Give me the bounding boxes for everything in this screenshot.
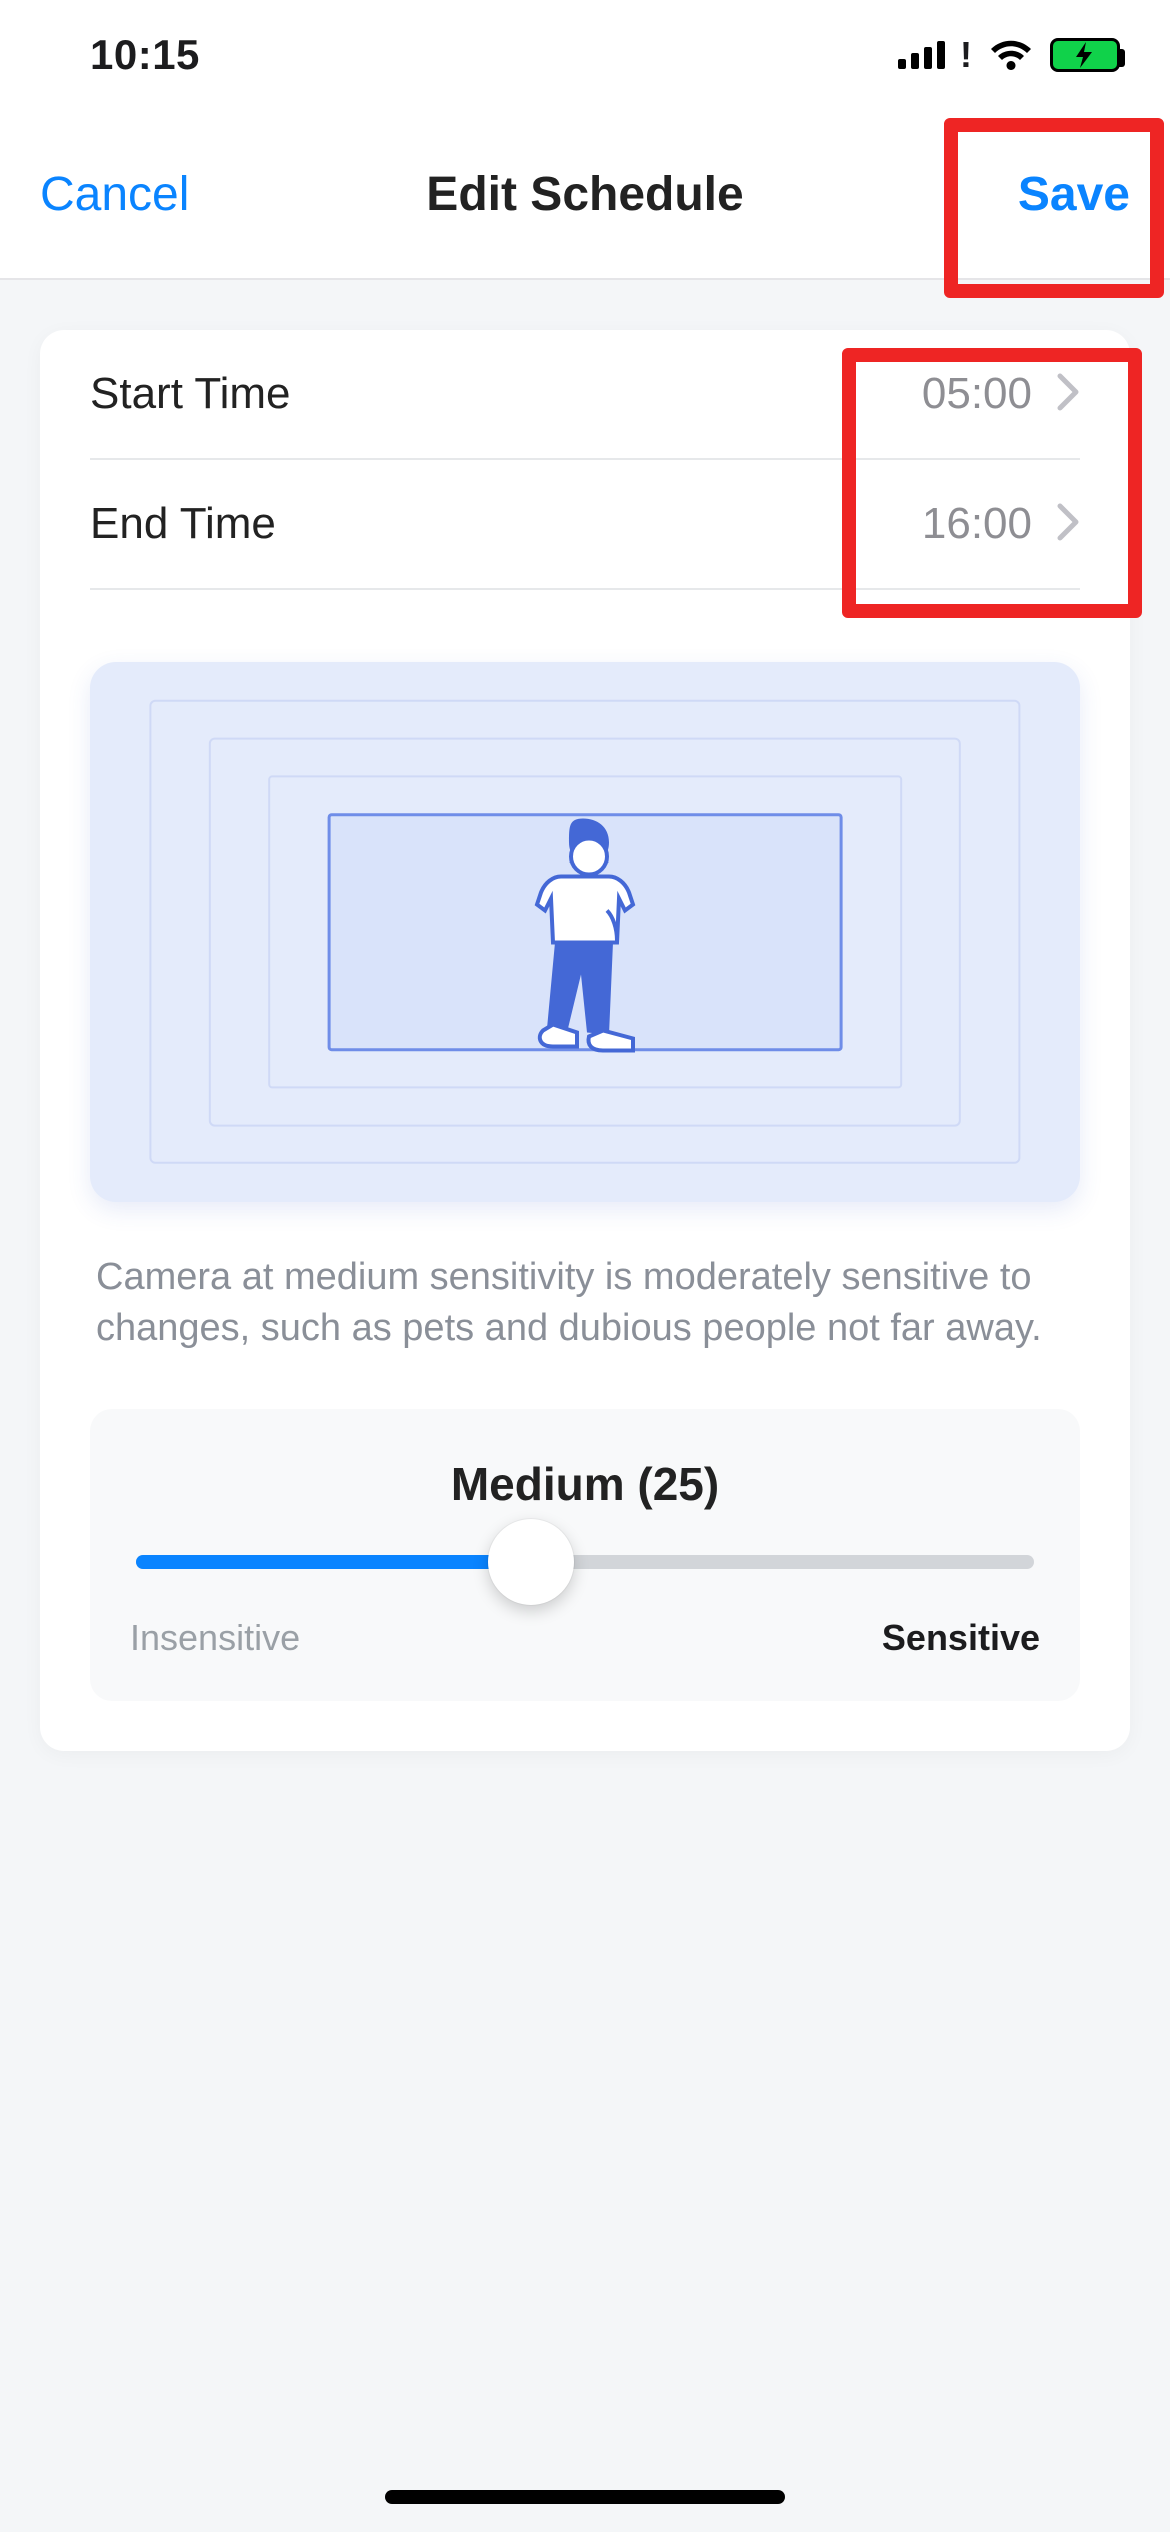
wifi-icon	[988, 32, 1034, 78]
cellular-icon	[898, 41, 948, 69]
sensitivity-slider[interactable]	[136, 1555, 1034, 1569]
end-time-row[interactable]: End Time 16:00	[90, 460, 1080, 590]
chevron-right-icon	[1056, 502, 1080, 547]
slider-min-label: Insensitive	[130, 1617, 300, 1659]
sensitivity-description: Camera at medium sensitivity is moderate…	[90, 1252, 1080, 1355]
cellular-alert-icon: !	[960, 34, 972, 76]
page-title: Edit Schedule	[426, 167, 743, 222]
chevron-right-icon	[1056, 372, 1080, 417]
sensitivity-illustration	[90, 662, 1080, 1202]
slider-thumb[interactable]	[488, 1519, 574, 1605]
end-time-label: End Time	[90, 499, 276, 549]
schedule-card: Start Time 05:00 End Time 16:00	[40, 330, 1130, 1751]
home-indicator[interactable]	[385, 2490, 785, 2504]
slider-fill	[136, 1555, 531, 1569]
end-time-value: 16:00	[922, 499, 1032, 549]
cancel-button[interactable]: Cancel	[40, 167, 189, 222]
nav-bar: Cancel Edit Schedule Save	[0, 110, 1170, 280]
start-time-label: Start Time	[90, 369, 291, 419]
sensitivity-slider-block: Medium (25) Insensitive Sensitive	[90, 1409, 1080, 1701]
status-icons: !	[898, 32, 1120, 78]
status-bar: 10:15 !	[0, 0, 1170, 110]
start-time-row[interactable]: Start Time 05:00	[90, 330, 1080, 460]
slider-max-label: Sensitive	[882, 1617, 1040, 1659]
sensitivity-level-label: Medium (25)	[130, 1457, 1040, 1511]
battery-charging-icon	[1050, 38, 1120, 72]
status-time: 10:15	[90, 31, 200, 79]
save-button[interactable]: Save	[1018, 167, 1130, 222]
person-icon	[505, 810, 665, 1075]
start-time-value: 05:00	[922, 369, 1032, 419]
